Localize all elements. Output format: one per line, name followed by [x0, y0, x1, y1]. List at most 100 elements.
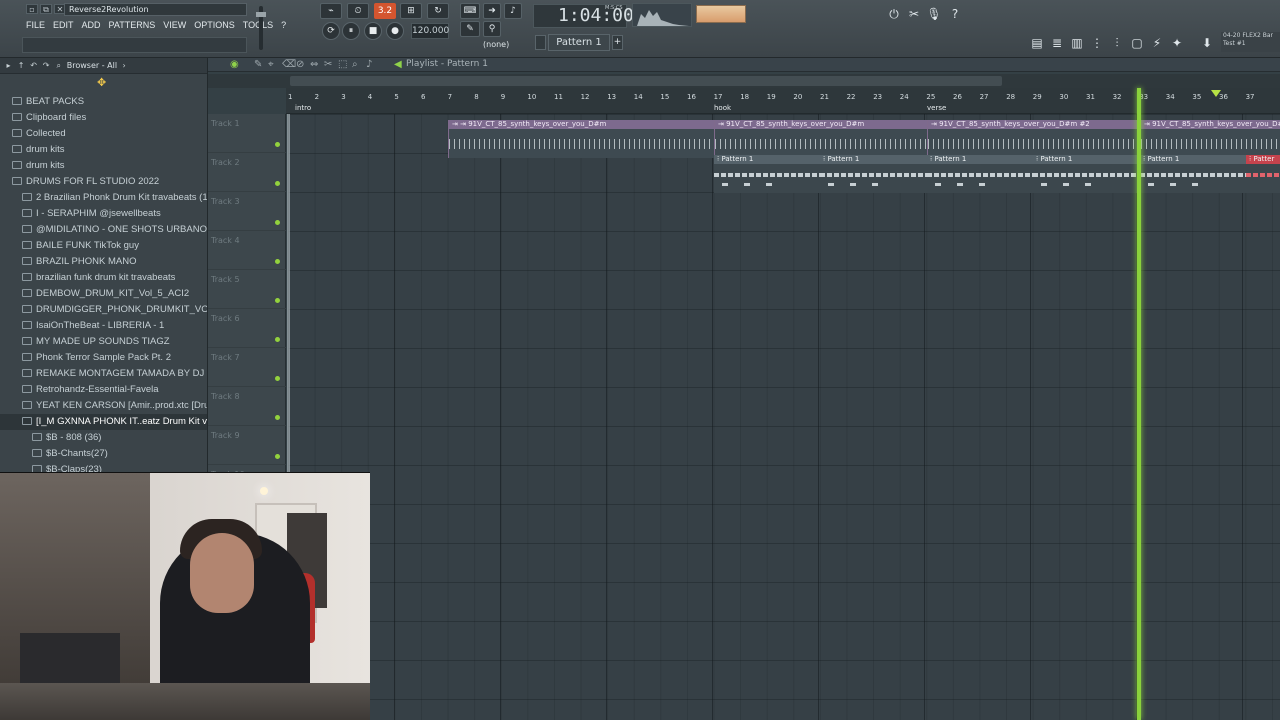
- menu-options[interactable]: OPTIONS: [190, 18, 239, 32]
- browser-item[interactable]: drum kits: [0, 158, 207, 174]
- channel-rack-icon[interactable]: ≣: [1048, 34, 1066, 52]
- loop-record-icon[interactable]: ↻: [427, 3, 449, 19]
- marker-hook[interactable]: hook: [714, 104, 732, 112]
- pattern-clip[interactable]: ⁝ Patter: [1246, 155, 1280, 193]
- track-header[interactable]: Track 8: [208, 387, 286, 426]
- browser-item[interactable]: drum kits: [0, 142, 207, 158]
- browser-item[interactable]: Phonk Terror Sample Pack Pt. 2: [0, 350, 207, 366]
- browser-item[interactable]: MY MADE UP SOUNDS TIAGZ: [0, 334, 207, 350]
- browser-item[interactable]: BRAZIL PHONK MANO: [0, 254, 207, 270]
- pattern-clip[interactable]: ⁝ Pattern 1: [1140, 155, 1246, 193]
- paint-tool-icon[interactable]: ⌖: [268, 59, 274, 70]
- slice-tool-icon[interactable]: ✂: [324, 59, 332, 70]
- download-icon[interactable]: ⬇: [1198, 34, 1216, 52]
- add-pattern-button[interactable]: +: [612, 35, 623, 50]
- track-header[interactable]: Track 6: [208, 309, 286, 348]
- chevron-right-icon[interactable]: ›: [120, 58, 129, 73]
- cut-icon[interactable]: ✂: [905, 5, 923, 23]
- track-header[interactable]: Track 1: [208, 114, 286, 153]
- browser-item[interactable]: brazilian funk drum kit travabeats: [0, 270, 207, 286]
- browser-item[interactable]: Clipboard files: [0, 110, 207, 126]
- arrow-icon[interactable]: ▸: [4, 58, 13, 73]
- stop-icon[interactable]: ■: [364, 22, 382, 40]
- microphone-icon[interactable]: 🎙: [925, 5, 943, 23]
- song-mode-button[interactable]: 3.2: [374, 3, 396, 19]
- browser-item[interactable]: Collected: [0, 126, 207, 142]
- piano-roll-icon[interactable]: ▥: [1068, 34, 1086, 52]
- select-tool-icon[interactable]: ⬚: [338, 59, 347, 70]
- track-active-dot-icon[interactable]: [275, 142, 280, 147]
- pattern-clip[interactable]: ⁝ Pattern 1: [927, 155, 1033, 193]
- link-icon[interactable]: ⚲: [483, 21, 501, 37]
- playhead-marker-icon[interactable]: [1211, 90, 1221, 97]
- playback-tool-icon[interactable]: ♪: [366, 59, 372, 70]
- horizontal-scrollbar[interactable]: [208, 74, 1280, 88]
- browser-item[interactable]: @MIDILATINO - ONE SHOTS URBANOS VOL. 2: [0, 222, 207, 238]
- track-header[interactable]: Track 7: [208, 348, 286, 387]
- marker-intro[interactable]: intro: [295, 104, 312, 112]
- browser-item[interactable]: $B-Chants(27): [0, 446, 207, 462]
- browser-item[interactable]: Retrohandz-Essential-Favela: [0, 382, 207, 398]
- restore-icon[interactable]: ⧉: [40, 4, 52, 14]
- browser-item[interactable]: BAILE FUNK TikTok guy: [0, 238, 207, 254]
- menu-help[interactable]: ?: [277, 18, 290, 32]
- track-header[interactable]: Track 4: [208, 231, 286, 270]
- browser-item[interactable]: $B-Claps(23): [0, 462, 207, 472]
- track-header[interactable]: Track 3: [208, 192, 286, 231]
- browser-view-icon[interactable]: ⋮: [1088, 34, 1106, 52]
- track-header[interactable]: Track 5: [208, 270, 286, 309]
- pattern-clip[interactable]: ⁝ Pattern 1: [714, 155, 820, 193]
- pause-icon[interactable]: ⏸: [342, 22, 360, 40]
- minimize-icon[interactable]: ▫: [26, 4, 38, 14]
- power-icon[interactable]: ⏻: [885, 5, 903, 23]
- sort-arrows-icon[interactable]: ✥: [97, 76, 106, 89]
- undo-icon[interactable]: ↶: [29, 58, 38, 73]
- clipboard-icon[interactable]: ▢: [1128, 34, 1146, 52]
- pattern-clip[interactable]: ⁝ Pattern 1: [1033, 155, 1140, 193]
- audio-clip[interactable]: ⇥ 91V_CT_85_synth_keys_over_you_D#m: [1140, 120, 1280, 158]
- scrollbar-thumb[interactable]: [290, 76, 1002, 86]
- marker-verse[interactable]: verse: [927, 104, 947, 112]
- browser-item[interactable]: DRUMDIGGER_PHONK_DRUMKIT_VOL_3: [0, 302, 207, 318]
- track-active-dot-icon[interactable]: [275, 454, 280, 459]
- pattern-prev-button[interactable]: [535, 35, 546, 50]
- pattern-clip[interactable]: ⁝ Pattern 1: [820, 155, 927, 193]
- track-active-dot-icon[interactable]: [275, 415, 280, 420]
- slip-tool-icon[interactable]: ⇔: [310, 59, 318, 70]
- audio-clip[interactable]: ⇥ ⇥ 91V_CT_85_synth_keys_over_you_D#m: [448, 120, 714, 158]
- arrow-right-icon[interactable]: ➜: [483, 3, 501, 19]
- audio-clip[interactable]: ⇥ 91V_CT_85_synth_keys_over_you_D#m: [714, 120, 927, 158]
- playlist-grid[interactable]: [288, 114, 1280, 720]
- browser-item[interactable]: REMAKE MONTAGEM TAMADA BY DJ GVX: [0, 366, 207, 382]
- step-edit-icon[interactable]: ⊞: [400, 3, 422, 19]
- browser-item[interactable]: $B - 808 (36): [0, 430, 207, 446]
- pencil-icon[interactable]: ✎: [460, 21, 480, 37]
- mixer-icon[interactable]: ⫶: [1108, 34, 1126, 52]
- mute-tool-icon[interactable]: ⊘: [296, 59, 304, 70]
- track-active-dot-icon[interactable]: [275, 259, 280, 264]
- playlist-view-icon[interactable]: ▤: [1028, 34, 1046, 52]
- track-active-dot-icon[interactable]: [275, 181, 280, 186]
- redo-icon[interactable]: ↷: [42, 58, 51, 73]
- track-active-dot-icon[interactable]: [275, 220, 280, 225]
- help-icon[interactable]: ?: [946, 5, 964, 23]
- timeline-ruler[interactable]: 1 2 3 4 5 6 7 8 9 10 11 12 13 14 15 16 17 18 19 20 21 22 23 24 2…: [286, 88, 1280, 114]
- track-header[interactable]: Track 2: [208, 153, 286, 192]
- menu-patterns[interactable]: PATTERNS: [105, 18, 160, 32]
- browser-item[interactable]: IsaiOnTheBeat - LIBRERIA - 1: [0, 318, 207, 334]
- browser-item[interactable]: I - SERAPHIM @jsewellbeats: [0, 206, 207, 222]
- track-active-dot-icon[interactable]: [275, 298, 280, 303]
- metronome-icon[interactable]: ⏲: [347, 3, 369, 19]
- playhead[interactable]: [1137, 88, 1141, 720]
- menu-file[interactable]: FILE: [22, 18, 49, 32]
- project-title[interactable]: Reverse2Revolution: [64, 3, 247, 16]
- menu-add[interactable]: ADD: [78, 18, 105, 32]
- plugin-icon[interactable]: ⚡: [1148, 34, 1166, 52]
- browser-item-selected[interactable]: [I_M GXNNA PHONK IT..eatz Drum Kit vol 1: [0, 414, 207, 430]
- zoom-tool-icon[interactable]: ⌕: [352, 59, 358, 70]
- up-arrow-icon[interactable]: ↑: [17, 58, 26, 73]
- track-active-dot-icon[interactable]: [275, 337, 280, 342]
- browser-item[interactable]: DEMBOW_DRUM_KIT_Vol_5_ACI2: [0, 286, 207, 302]
- track-active-dot-icon[interactable]: [275, 376, 280, 381]
- pattern-song-toggle-icon[interactable]: ⌁: [320, 3, 342, 19]
